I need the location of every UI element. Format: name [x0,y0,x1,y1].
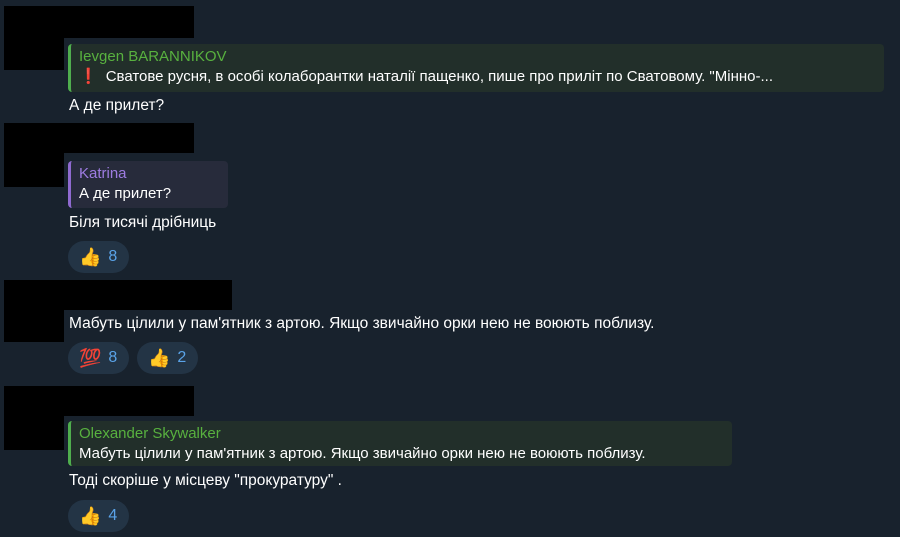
thumbs-up-icon: 👍 [148,348,171,368]
reaction-count: 8 [108,248,118,265]
reply-author: Katrina [79,165,127,182]
reply-quote[interactable]: Ievgen BARANNIKOV ❗ Сватове русня, в особ… [68,44,884,92]
exclamation-icon: ❗ [79,68,98,85]
reply-author: Olexander Skywalker [79,425,221,442]
message-text: А де прилет? [69,97,165,114]
reaction-count: 4 [108,507,118,524]
message-text: Тоді скоріше у місцеву "прокуратуру" . [69,472,342,489]
redacted-sender-name [64,280,232,310]
reply-text-row: ❗ Сватове русня, в особі колаборантки нат… [79,67,874,87]
message-text: Біля тисячі дрібниць [69,214,217,231]
reply-author: Ievgen BARANNIKOV [79,48,227,65]
reply-text: А де прилет? [79,185,172,202]
avatar[interactable] [4,280,64,342]
reply-quote[interactable]: Katrina А де прилет? [68,161,228,208]
reaction-thumbs-up[interactable]: 👍 4 [68,500,130,532]
redacted-sender-name [64,6,194,38]
message-text: Мабуть цілили у пам'ятник з артою. Якщо … [69,315,655,332]
avatar[interactable] [4,6,64,70]
avatar[interactable] [4,386,64,450]
thumbs-up-icon: 👍 [79,247,102,267]
reaction-count: 8 [108,349,118,366]
reply-text: Мабуть цілили у пам'ятник з артою. Якщо … [79,445,646,462]
reaction-thumbs-up[interactable]: 👍 8 [68,241,130,273]
reaction-count: 2 [177,349,187,366]
reaction-hundred[interactable]: 💯 8 [68,342,130,374]
hundred-points-icon: 💯 [79,348,102,368]
reply-quote[interactable]: Olexander Skywalker Мабуть цілили у пам'… [68,421,732,466]
redacted-sender-name [64,386,194,416]
avatar[interactable] [4,123,64,187]
thumbs-up-icon: 👍 [79,506,102,526]
redacted-sender-name [64,123,194,153]
reply-text: Сватове русня, в особі колаборантки ната… [105,68,773,85]
reaction-thumbs-up[interactable]: 👍 2 [137,342,199,374]
